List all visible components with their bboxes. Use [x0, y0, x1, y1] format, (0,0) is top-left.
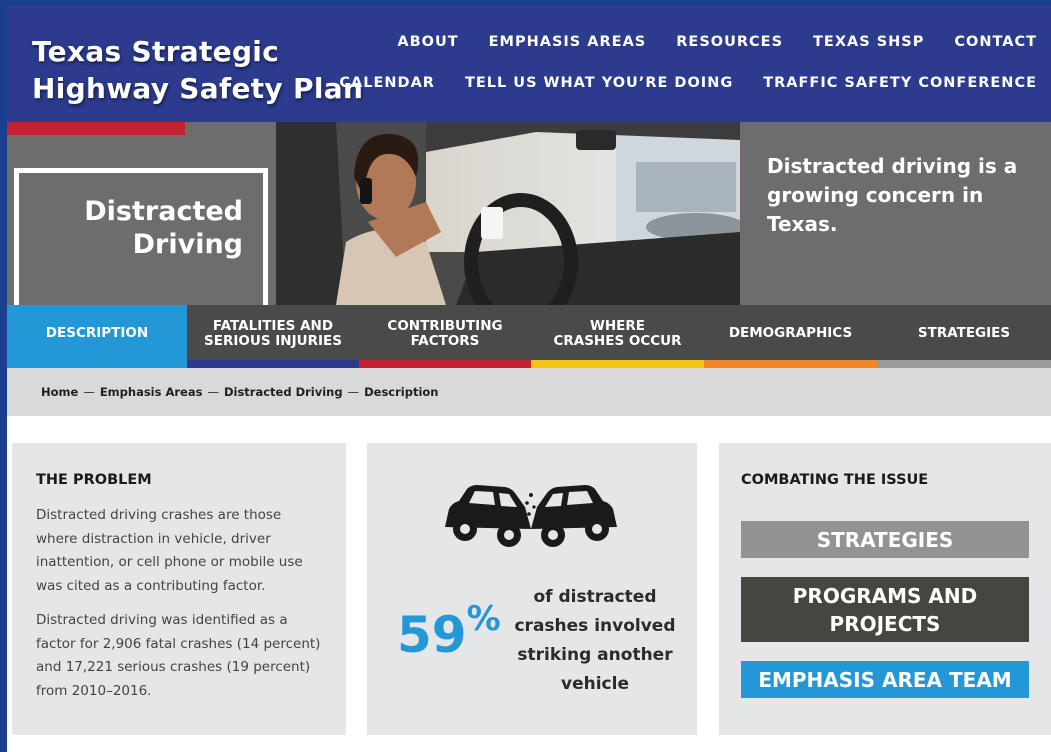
tab-strategies[interactable]: STRATEGIES [877, 305, 1051, 368]
problem-heading: THE PROBLEM [36, 472, 152, 488]
section-tabs: DESCRIPTION FATALITIES AND SERIOUS INJUR… [7, 305, 1051, 368]
programs-and-projects-button[interactable]: PROGRAMS AND PROJECTS [741, 577, 1029, 642]
breadcrumb-separator: — [207, 385, 219, 399]
nav-calendar[interactable]: CALENDAR [339, 75, 435, 91]
combating-heading: COMBATING THE ISSUE [741, 472, 929, 488]
nav-resources[interactable]: RESOURCES [676, 34, 783, 50]
breadcrumb-separator: — [83, 385, 95, 399]
stat-percentage: 59% [397, 589, 501, 665]
tab-where-crashes-occur-color-bar [531, 360, 704, 368]
stat-unit: % [466, 599, 501, 639]
hero-title-box: Distracted Driving [14, 168, 268, 308]
page: Texas Strategic Highway Safety Plan ABOU… [7, 5, 1051, 752]
combating-card: COMBATING THE ISSUE STRATEGIES PROGRAMS … [719, 443, 1051, 735]
tab-where-crashes-occur[interactable]: WHERE CRASHES OCCUR [531, 305, 704, 368]
breadcrumb-emphasis-areas[interactable]: Emphasis Areas [100, 385, 203, 399]
tab-fatalities-label: FATALITIES AND SERIOUS INJURIES [204, 317, 342, 349]
problem-card: THE PROBLEM Distracted driving crashes a… [12, 443, 346, 735]
hero-title-line1: Distracted [84, 196, 243, 227]
breadcrumb: Home — Emphasis Areas — Distracted Drivi… [7, 368, 1051, 416]
site-header: Texas Strategic Highway Safety Plan ABOU… [7, 5, 1051, 122]
problem-paragraph-1: Distracted driving crashes are those whe… [36, 507, 303, 594]
stat-description: of distracted crashes involved striking … [514, 587, 676, 694]
nav-about[interactable]: ABOUT [397, 34, 458, 50]
tab-description[interactable]: DESCRIPTION [7, 305, 187, 368]
main-nav-secondary: CALENDAR TELL US WHAT YOU’RE DOING TRAFF… [339, 75, 1037, 91]
nav-texas-shsp[interactable]: TEXAS SHSP [813, 34, 924, 50]
tab-description-label: DESCRIPTION [45, 325, 149, 341]
tab-contributing-factors-label: CONTRIBUTING FACTORS [387, 317, 503, 349]
car-crash-icon [445, 485, 617, 547]
tab-fatalities-color-bar [187, 360, 359, 368]
tab-contributing-factors-color-bar [359, 360, 531, 368]
tab-description-color-bar [7, 360, 187, 368]
content-cards: THE PROBLEM Distracted driving crashes a… [7, 416, 1051, 752]
breadcrumb-separator: — [347, 385, 360, 399]
nav-tell-us[interactable]: TELL US WHAT YOU’RE DOING [465, 75, 733, 91]
tab-demographics-label: DEMOGRAPHICS [728, 325, 853, 341]
tab-where-crashes-occur-label: WHERE CRASHES OCCUR [553, 317, 682, 349]
tab-demographics[interactable]: DEMOGRAPHICS [704, 305, 877, 368]
nav-contact[interactable]: CONTACT [954, 34, 1037, 50]
strategies-button[interactable]: STRATEGIES [741, 521, 1029, 558]
emphasis-area-team-button[interactable]: EMPHASIS AREA TEAM [741, 661, 1029, 698]
tab-strategies-color-bar [877, 360, 1051, 368]
stat-value: 59 [397, 606, 467, 664]
hero-red-accent [7, 122, 185, 135]
tab-strategies-label: STRATEGIES [917, 325, 1011, 341]
hero-photo-driver-on-phone [276, 122, 740, 305]
breadcrumb-current: Description [364, 385, 439, 399]
problem-paragraph-2: Distracted driving was identified as a f… [36, 612, 321, 699]
hero-title-line2: Driving [132, 229, 243, 260]
hero-tagline: Distracted driving is a growing concern … [767, 154, 1018, 236]
tab-fatalities[interactable]: FATALITIES AND SERIOUS INJURIES [187, 305, 359, 368]
main-nav-primary: ABOUT EMPHASIS AREAS RESOURCES TEXAS SHS… [397, 34, 1037, 50]
hero-title: Distracted Driving [84, 195, 243, 261]
statistic-card: 59% of distracted crashes involved strik… [367, 443, 697, 735]
breadcrumb-home[interactable]: Home [41, 385, 78, 399]
tab-contributing-factors[interactable]: CONTRIBUTING FACTORS [359, 305, 531, 368]
nav-emphasis-areas[interactable]: EMPHASIS AREAS [489, 34, 647, 50]
site-title-line2[interactable]: Highway Safety Plan [32, 70, 363, 107]
nav-traffic-safety-conference[interactable]: TRAFFIC SAFETY CONFERENCE [763, 75, 1037, 91]
hero-banner: Distracted Driving Distracted driving is… [7, 122, 1051, 308]
site-title[interactable]: Texas Strategic Highway Safety Plan [32, 33, 363, 107]
breadcrumb-distracted-driving[interactable]: Distracted Driving [224, 385, 343, 399]
tab-demographics-color-bar [704, 360, 877, 368]
site-title-line1[interactable]: Texas Strategic [32, 33, 363, 70]
